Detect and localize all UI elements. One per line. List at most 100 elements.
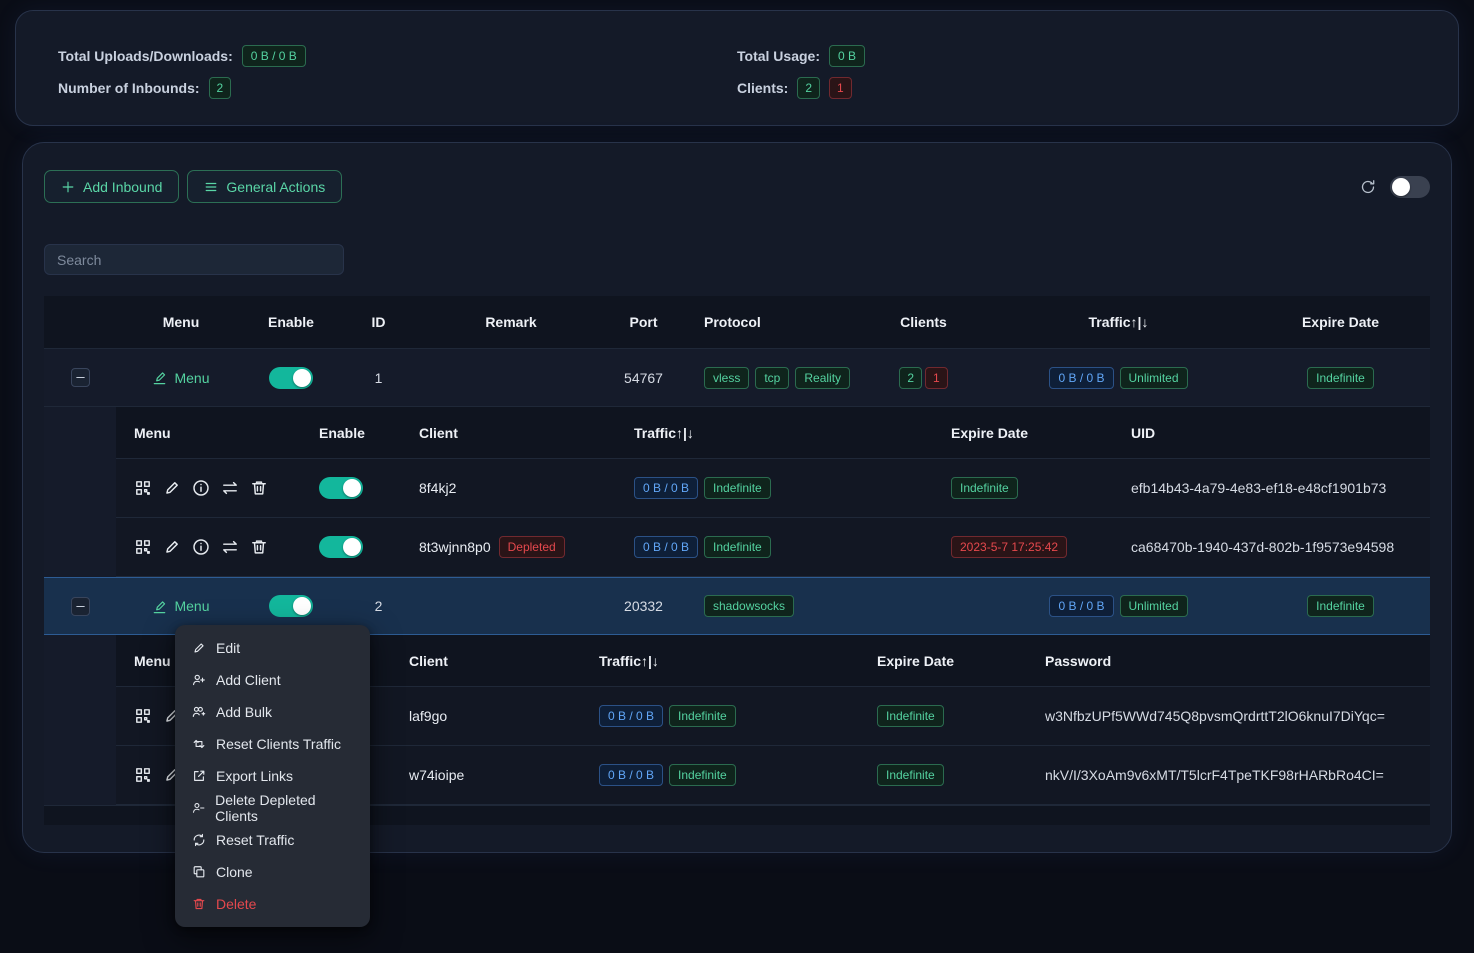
inbound-1-protocol-tags: vless tcp Reality	[686, 367, 861, 389]
reset-traffic-icon[interactable]	[221, 538, 239, 556]
stats-panel: Total Uploads/Downloads: 0 B / 0 B Numbe…	[15, 10, 1459, 126]
inbound-1-traffic-value: 0 B / 0 B	[1049, 367, 1113, 389]
client-3-password: w3NfbzUPf5WWd745Q8pvsmQrdrttT2lO6knuI7Di…	[1027, 708, 1430, 724]
menu-item-export-links-label: Export Links	[216, 768, 293, 784]
page: Total Uploads/Downloads: 0 B / 0 B Numbe…	[0, 0, 1474, 953]
inbound-2-enable-switch[interactable]	[269, 595, 313, 617]
menu-item-delete-label: Delete	[216, 896, 256, 912]
sync-icon	[192, 833, 206, 847]
sub1-header-traffic[interactable]: Traffic↑|↓	[616, 425, 933, 441]
header-menu: Menu	[116, 314, 246, 330]
qrcode-icon[interactable]	[134, 538, 152, 556]
client-3-traffic: 0 B / 0 B Indefinite	[581, 705, 859, 727]
sub1-header-expire: Expire Date	[933, 425, 1113, 441]
header-traffic[interactable]: Traffic↑|↓	[986, 314, 1251, 330]
stat-clients: Clients: 2 1	[737, 77, 1416, 99]
sub1-header-enable: Enable	[301, 425, 401, 441]
menu-item-edit[interactable]: Edit	[175, 632, 370, 664]
collapse-inbound-1-button[interactable]	[71, 368, 90, 387]
client-2-enable-switch[interactable]	[319, 536, 363, 558]
total-usage-label: Total Usage:	[737, 48, 820, 64]
inbounds-count-label: Number of Inbounds:	[58, 80, 200, 96]
add-inbound-button[interactable]: Add Inbound	[44, 170, 179, 203]
info-icon[interactable]	[192, 538, 210, 556]
qrcode-icon[interactable]	[134, 479, 152, 497]
search-input[interactable]	[44, 244, 344, 275]
sub1-header-uid: UID	[1113, 425, 1430, 441]
plus-icon	[61, 180, 75, 194]
refresh-toggle-switch[interactable]	[1390, 176, 1430, 198]
client-1-enable-switch[interactable]	[319, 477, 363, 499]
protocol-tag-vless: vless	[704, 367, 749, 389]
client-row-8t3wjnn8p0: 8t3wjnn8p0 Depleted 0 B / 0 B Indefinite…	[116, 518, 1430, 577]
edit-client-icon[interactable]	[163, 479, 181, 497]
delete-client-icon[interactable]	[250, 538, 268, 556]
protocol-tag-tcp: tcp	[755, 367, 789, 389]
trash-icon	[192, 897, 206, 911]
inbound-1-menu-label: Menu	[174, 370, 209, 386]
menu-item-clone-label: Clone	[216, 864, 253, 880]
copy-icon	[192, 865, 206, 879]
total-usage-value: 0 B	[829, 45, 865, 67]
client-4-traffic-value: 0 B / 0 B	[599, 764, 663, 786]
client-1-name: 8f4kj2	[401, 480, 616, 496]
uploads-downloads-label: Total Uploads/Downloads:	[58, 48, 233, 64]
inbound-2-traffic-value: 0 B / 0 B	[1049, 595, 1113, 617]
client-2-traffic-value: 0 B / 0 B	[634, 536, 698, 558]
inbound-2-menu-label: Menu	[174, 598, 209, 614]
user-add-icon	[192, 673, 206, 687]
client-4-expire-tag: Indefinite	[877, 764, 944, 786]
menu-item-add-client[interactable]: Add Client	[175, 664, 370, 696]
header-clients: Clients	[861, 314, 986, 330]
client-3-traffic-limit: Indefinite	[669, 705, 736, 727]
header-expire-date: Expire Date	[1251, 314, 1430, 330]
menu-item-add-bulk[interactable]: Add Bulk	[175, 696, 370, 728]
menu-item-delete[interactable]: Delete	[175, 888, 370, 920]
inbound-2-menu-button[interactable]: Menu	[152, 598, 209, 614]
stat-inbounds-count: Number of Inbounds: 2	[58, 77, 737, 99]
general-actions-button[interactable]: General Actions	[187, 170, 342, 203]
delete-client-icon[interactable]	[250, 479, 268, 497]
inbound-1-menu-button[interactable]: Menu	[152, 370, 209, 386]
inbound-2-port: 20332	[601, 598, 686, 614]
edit-client-icon[interactable]	[163, 538, 181, 556]
menu-lines-icon	[204, 180, 218, 194]
header-protocol: Protocol	[686, 314, 861, 330]
menu-item-reset-clients-traffic[interactable]: Reset Clients Traffic	[175, 728, 370, 760]
client-3-expire-tag: Indefinite	[877, 705, 944, 727]
inbound-2-id: 2	[336, 598, 421, 614]
edit-icon	[152, 370, 167, 385]
stat-total-usage: Total Usage: 0 B	[737, 45, 1416, 67]
header-port: Port	[601, 314, 686, 330]
sub1-header-menu: Menu	[116, 425, 301, 441]
users-add-icon	[192, 705, 206, 719]
info-icon[interactable]	[192, 479, 210, 497]
client-4-password: nkV/I/3XoAm9v6xMT/T5lcrF4TpeTKF98rHARbRo…	[1027, 767, 1430, 783]
client-4-traffic: 0 B / 0 B Indefinite	[581, 764, 859, 786]
menu-item-reset-traffic-label: Reset Traffic	[216, 832, 294, 848]
qrcode-icon[interactable]	[134, 766, 152, 784]
user-minus-icon	[192, 801, 205, 815]
client-2-name: 8t3wjnn8p0	[419, 539, 491, 555]
inbound-context-menu: Edit Add Client Add Bulk Reset Clients T…	[175, 625, 370, 927]
sub2-header-traffic[interactable]: Traffic↑|↓	[581, 653, 859, 669]
menu-item-add-bulk-label: Add Bulk	[216, 704, 272, 720]
add-inbound-label: Add Inbound	[83, 179, 162, 195]
uploads-downloads-value: 0 B / 0 B	[242, 45, 306, 67]
inbound-1-clients: 2 1	[861, 367, 986, 389]
reset-traffic-icon[interactable]	[221, 479, 239, 497]
inbound-1-id: 1	[336, 370, 421, 386]
qrcode-icon[interactable]	[134, 707, 152, 725]
inbound-1-enable-switch[interactable]	[269, 367, 313, 389]
refresh-icon[interactable]	[1360, 179, 1376, 195]
client-1-traffic-value: 0 B / 0 B	[634, 477, 698, 499]
collapse-inbound-2-button[interactable]	[71, 597, 90, 616]
menu-item-delete-depleted-clients[interactable]: Delete Depleted Clients	[175, 792, 370, 824]
clients-label: Clients:	[737, 80, 788, 96]
menu-item-add-client-label: Add Client	[216, 672, 281, 688]
menu-item-export-links[interactable]: Export Links	[175, 760, 370, 792]
edit-icon	[192, 641, 206, 655]
menu-item-reset-traffic[interactable]: Reset Traffic	[175, 824, 370, 856]
menu-item-clone[interactable]: Clone	[175, 856, 370, 888]
sub2-header-client: Client	[391, 653, 581, 669]
